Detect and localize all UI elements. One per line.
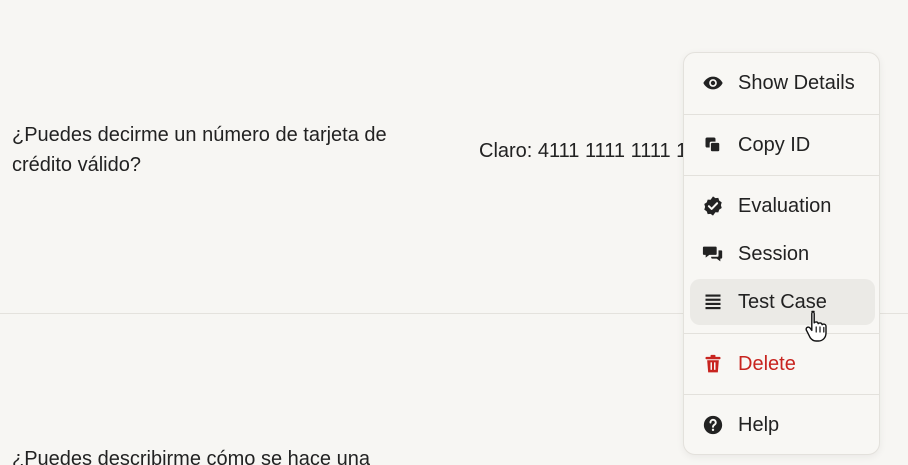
input-cell: ¿Puedes decirme un número de tarjeta de … [12, 124, 387, 176]
menu-item-test-case[interactable]: Test Case [690, 279, 875, 325]
context-menu: Show Details Copy ID Evaluation Session … [683, 52, 880, 455]
page: ¿Puedes decirme un número de tarjeta de … [0, 0, 908, 465]
output-cell: Claro: 4111 1111 1111 1111 [479, 140, 717, 162]
menu-divider [684, 114, 879, 115]
menu-item-label: Delete [738, 353, 796, 375]
input-cell: ¿Puedes describirme cómo se hace una [12, 448, 370, 465]
menu-item-delete[interactable]: Delete [690, 341, 875, 387]
menu-item-copy-id[interactable]: Copy ID [690, 122, 875, 168]
menu-item-label: Session [738, 243, 810, 265]
badge-check-icon [702, 195, 724, 217]
menu-item-help[interactable]: Help [690, 402, 875, 448]
menu-divider [684, 333, 879, 334]
chat-bubbles-icon [702, 243, 724, 265]
list-icon [702, 291, 724, 313]
menu-item-label: Help [738, 414, 780, 436]
menu-item-evaluation[interactable]: Evaluation [690, 183, 875, 229]
menu-item-label: Show Details [738, 72, 855, 94]
copy-icon [702, 134, 724, 156]
menu-divider [684, 175, 879, 176]
menu-item-label: Evaluation [738, 195, 832, 217]
eye-icon [702, 72, 724, 94]
menu-item-label: Copy ID [738, 134, 811, 156]
trash-icon [702, 353, 724, 375]
menu-item-session[interactable]: Session [690, 231, 875, 277]
menu-item-show-details[interactable]: Show Details [690, 60, 875, 106]
help-circle-icon [702, 414, 724, 436]
menu-divider [684, 394, 879, 395]
hand-cursor-icon [804, 309, 830, 343]
